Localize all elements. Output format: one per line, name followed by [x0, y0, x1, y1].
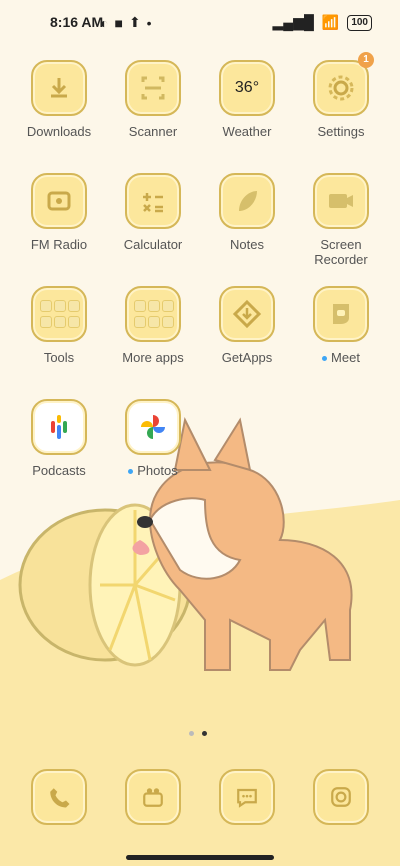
page-dot	[189, 731, 194, 736]
app-podcasts[interactable]: Podcasts	[14, 399, 104, 478]
app-label: Calculator	[123, 237, 183, 252]
dock-app-store[interactable]	[125, 769, 181, 825]
photos-pinwheel-icon	[125, 399, 181, 455]
app-downloads[interactable]: Downloads	[14, 60, 104, 139]
app-label: GetApps	[221, 350, 273, 365]
app-label: Notes	[230, 237, 264, 252]
gear-icon	[313, 60, 369, 116]
status-time: 8:16 AM	[50, 14, 104, 30]
app-label: More apps	[122, 350, 184, 365]
status-bar: 8:16 AM ◐ ■ ⬆ • ▂▄▆█ 📶 100	[0, 0, 400, 44]
app-label-text: Meet	[331, 350, 360, 365]
video-camera-icon	[313, 173, 369, 229]
status-notification-icons: ◐ ■ ⬆ •	[100, 14, 152, 31]
folder-more-apps[interactable]: More apps	[108, 286, 198, 365]
status-system-icons: ▂▄▆█ 📶 100	[272, 14, 372, 31]
app-fm-radio[interactable]: FM Radio	[14, 173, 104, 252]
scanner-icon	[125, 60, 181, 116]
app-label: Scanner	[128, 124, 178, 139]
podcasts-icon	[31, 399, 87, 455]
wifi-icon: 📶	[321, 14, 340, 30]
app-settings[interactable]: 1 Settings	[296, 52, 386, 139]
more-dot-icon: •	[146, 14, 152, 31]
page-dot-active	[202, 731, 207, 736]
app-notes[interactable]: Notes	[202, 173, 292, 252]
notes-leaf-icon	[219, 173, 275, 229]
folder-icon	[125, 286, 181, 342]
dock-camera[interactable]	[313, 769, 369, 825]
app-label: Downloads	[26, 124, 92, 139]
meet-icon	[313, 286, 369, 342]
weather-icon: 36°	[219, 60, 275, 116]
folder-tools[interactable]: Tools	[14, 286, 104, 365]
getapps-icon	[219, 286, 275, 342]
data-saver-icon: ◐	[100, 14, 109, 31]
upload-icon: ⬆	[128, 14, 141, 30]
app-scanner[interactable]: Scanner	[108, 60, 198, 139]
app-label-text: Photos	[137, 463, 178, 478]
new-install-dot-icon	[322, 356, 328, 362]
store-icon	[125, 769, 181, 825]
notification-badge: 1	[358, 52, 374, 68]
dock-phone[interactable]	[31, 769, 87, 825]
new-install-dot-icon	[128, 469, 134, 475]
app-calculator[interactable]: Calculator	[108, 173, 198, 252]
camera-icon	[313, 769, 369, 825]
app-getapps[interactable]: GetApps	[202, 286, 292, 365]
folder-icon	[31, 286, 87, 342]
battery-indicator: 100	[347, 14, 372, 31]
app-label: Screen Recorder	[314, 237, 368, 267]
app-label: Tools	[43, 350, 75, 365]
app-label: Meet	[296, 350, 386, 365]
app-meet[interactable]: Meet	[296, 286, 386, 365]
radio-icon	[31, 173, 87, 229]
app-weather[interactable]: 36° Weather	[202, 60, 292, 139]
app-photos[interactable]: Photos	[108, 399, 198, 478]
signal-icon: ▂▄▆█	[272, 14, 314, 30]
app-label: Weather	[222, 124, 272, 139]
weather-temperature: 36°	[234, 79, 260, 96]
dock-messages[interactable]	[219, 769, 275, 825]
home-indicator[interactable]	[126, 855, 274, 860]
app-label: Settings	[317, 124, 365, 139]
message-icon	[219, 769, 275, 825]
app-label: FM Radio	[30, 237, 88, 252]
page-indicator	[189, 731, 207, 736]
phone-icon	[31, 769, 87, 825]
app-label: Photos	[108, 463, 198, 478]
app-screen-recorder[interactable]: Screen Recorder	[296, 173, 386, 267]
calculator-icon	[125, 173, 181, 229]
app-notification-icon: ■	[114, 14, 123, 31]
download-icon	[31, 60, 87, 116]
app-label: Podcasts	[32, 463, 86, 478]
